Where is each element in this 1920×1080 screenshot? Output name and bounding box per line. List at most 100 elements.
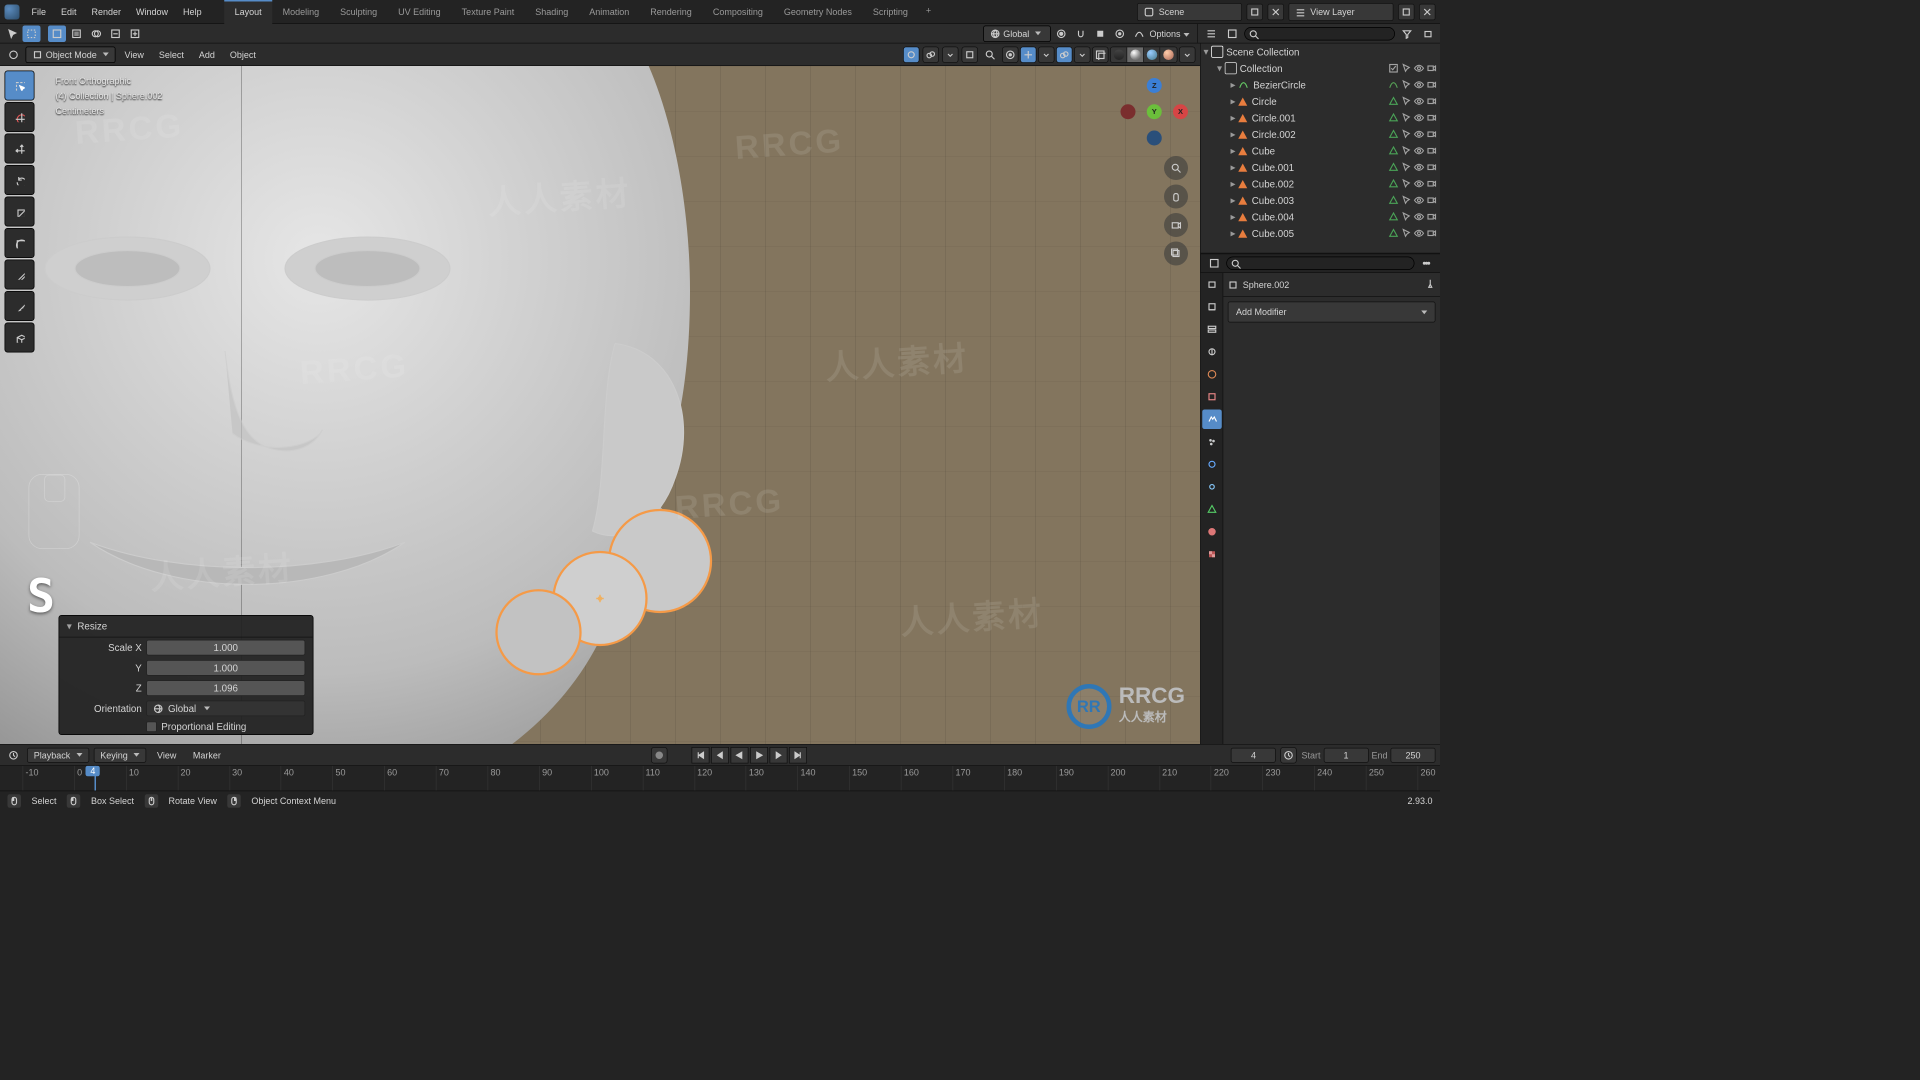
properties-search-input[interactable]: [1226, 257, 1414, 271]
prop-tab-texture[interactable]: [1202, 545, 1222, 565]
prop-tab-viewlayer[interactable]: [1202, 320, 1222, 340]
timeline-editor-type[interactable]: [5, 747, 23, 764]
current-frame-field[interactable]: 4: [1231, 747, 1276, 762]
checkbox-icon[interactable]: [1388, 63, 1399, 74]
new-scene-button[interactable]: [1247, 3, 1264, 20]
render-icon[interactable]: [1427, 146, 1438, 157]
play-reverse-button[interactable]: [730, 747, 748, 764]
selectable-icon[interactable]: [1401, 212, 1412, 223]
delete-scene-button[interactable]: [1268, 3, 1285, 20]
tree-row[interactable]: ▸Cube: [1201, 143, 1440, 160]
field-scale-x[interactable]: 1.000: [146, 640, 305, 656]
show-gizmo-toggle[interactable]: [903, 46, 920, 63]
tool-rotate[interactable]: [5, 165, 35, 195]
selectable-icon[interactable]: [1401, 228, 1412, 239]
viewport-menu-object[interactable]: Object: [224, 49, 262, 60]
field-scale-z[interactable]: 1.096: [146, 680, 305, 696]
snap-target-dropdown[interactable]: [1091, 25, 1109, 42]
field-scale-y[interactable]: 1.000: [146, 660, 305, 676]
tool-select-box[interactable]: [5, 71, 35, 101]
outliner-filter-button[interactable]: [1398, 25, 1416, 42]
perspective-toggle-button[interactable]: [1164, 242, 1188, 266]
tree-row[interactable]: ▾Scene Collection: [1201, 44, 1440, 61]
auto-key-toggle[interactable]: [651, 747, 668, 764]
disclosure-icon[interactable]: ▾: [1214, 62, 1225, 74]
render-icon[interactable]: [1427, 179, 1438, 190]
preview-range-toggle[interactable]: [1280, 747, 1297, 764]
timeline-view-menu[interactable]: View: [151, 750, 182, 761]
gizmo-axis-x-pos[interactable]: X: [1173, 104, 1188, 119]
render-icon[interactable]: [1427, 63, 1438, 74]
select-subtract-icon[interactable]: [107, 25, 125, 42]
viewport-menu-add[interactable]: Add: [193, 49, 221, 60]
camera-view-button[interactable]: [1164, 213, 1188, 237]
checkbox-proportional[interactable]: [146, 721, 157, 732]
eye-icon[interactable]: [1414, 63, 1425, 74]
shading-wireframe[interactable]: [1111, 47, 1128, 62]
tree-row[interactable]: ▾Collection: [1201, 60, 1440, 77]
render-icon[interactable]: [1427, 96, 1438, 107]
outliner-editor-type-dropdown[interactable]: [1202, 25, 1220, 42]
shading-dropdown[interactable]: [1179, 46, 1196, 63]
pan-button[interactable]: [1164, 185, 1188, 209]
blender-logo-icon[interactable]: [5, 4, 20, 19]
outliner-display-mode[interactable]: [1223, 25, 1241, 42]
timeline-marker-menu[interactable]: Marker: [187, 750, 227, 761]
tree-row[interactable]: ▸BezierCircle: [1201, 77, 1440, 94]
play-button[interactable]: [750, 747, 768, 764]
disclosure-icon[interactable]: ▸: [1228, 227, 1239, 239]
render-icon[interactable]: [1427, 162, 1438, 173]
operator-redo-panel[interactable]: ▾ Resize Scale X 1.000 Y 1.000 Z 1.096 O…: [59, 615, 314, 735]
eye-icon[interactable]: [1414, 228, 1425, 239]
eye-icon[interactable]: [1414, 179, 1425, 190]
tree-row[interactable]: ▸Cube.005: [1201, 225, 1440, 242]
properties-options[interactable]: [1418, 255, 1436, 272]
timeline-playback-menu[interactable]: Playback: [27, 747, 89, 762]
timeline-playhead[interactable]: 4: [95, 766, 97, 791]
tab-shading[interactable]: Shading: [525, 0, 579, 24]
disclosure-icon[interactable]: ▾: [1201, 46, 1212, 58]
eye-icon[interactable]: [1414, 113, 1425, 124]
tab-scripting[interactable]: Scripting: [862, 0, 918, 24]
menu-render[interactable]: Render: [84, 2, 129, 22]
3d-viewport[interactable]: Front Orthographic (4) Collection | Sphe…: [0, 66, 1200, 744]
eye-icon[interactable]: [1414, 195, 1425, 206]
field-orientation[interactable]: Global: [146, 701, 305, 717]
tree-row[interactable]: ▸Circle: [1201, 93, 1440, 110]
tool-move[interactable]: [5, 134, 35, 164]
prop-tab-particles[interactable]: [1202, 432, 1222, 452]
select-intersect-icon[interactable]: [87, 25, 105, 42]
menu-file[interactable]: File: [24, 2, 54, 22]
view-object-types-dropdown[interactable]: [1002, 46, 1019, 63]
proportional-falloff-dropdown[interactable]: [1130, 25, 1148, 42]
selectable-icon[interactable]: [1401, 63, 1412, 74]
prop-tab-world[interactable]: [1202, 365, 1222, 385]
tree-row[interactable]: ▸Cube.004: [1201, 209, 1440, 226]
disclosure-icon[interactable]: ▸: [1228, 178, 1239, 190]
disclosure-icon[interactable]: ▸: [1228, 194, 1239, 206]
prop-tab-modifiers[interactable]: [1202, 410, 1222, 430]
tool-cursor[interactable]: [5, 102, 35, 132]
selectable-icon[interactable]: [1401, 113, 1412, 124]
selectable-icon[interactable]: [1401, 195, 1412, 206]
tab-compositing[interactable]: Compositing: [702, 0, 773, 24]
gizmo-axis-x-neg[interactable]: [1121, 104, 1136, 119]
eye-icon[interactable]: [1414, 212, 1425, 223]
pivot-dropdown[interactable]: [1052, 25, 1070, 42]
show-overlays-dropdown[interactable]: [942, 46, 959, 63]
menu-edit[interactable]: Edit: [54, 2, 85, 22]
prop-tab-material[interactable]: [1202, 522, 1222, 542]
properties-editor-type[interactable]: [1205, 255, 1223, 272]
tree-row[interactable]: ▸Circle.001: [1201, 110, 1440, 127]
selectable-icon[interactable]: [1401, 179, 1412, 190]
timeline-ruler[interactable]: -100102030405060708090100110120130140150…: [0, 766, 1440, 791]
select-extend-icon[interactable]: [126, 25, 144, 42]
shading-material[interactable]: [1144, 47, 1161, 62]
tool-transform[interactable]: [5, 228, 35, 258]
disclosure-icon[interactable]: ▸: [1228, 145, 1239, 157]
eye-icon[interactable]: [1414, 96, 1425, 107]
selectable-icon[interactable]: [1401, 129, 1412, 140]
tool-measure[interactable]: [5, 291, 35, 321]
gizmo-axis-z-neg[interactable]: [1147, 131, 1162, 146]
editor-type-dropdown[interactable]: [5, 46, 23, 63]
